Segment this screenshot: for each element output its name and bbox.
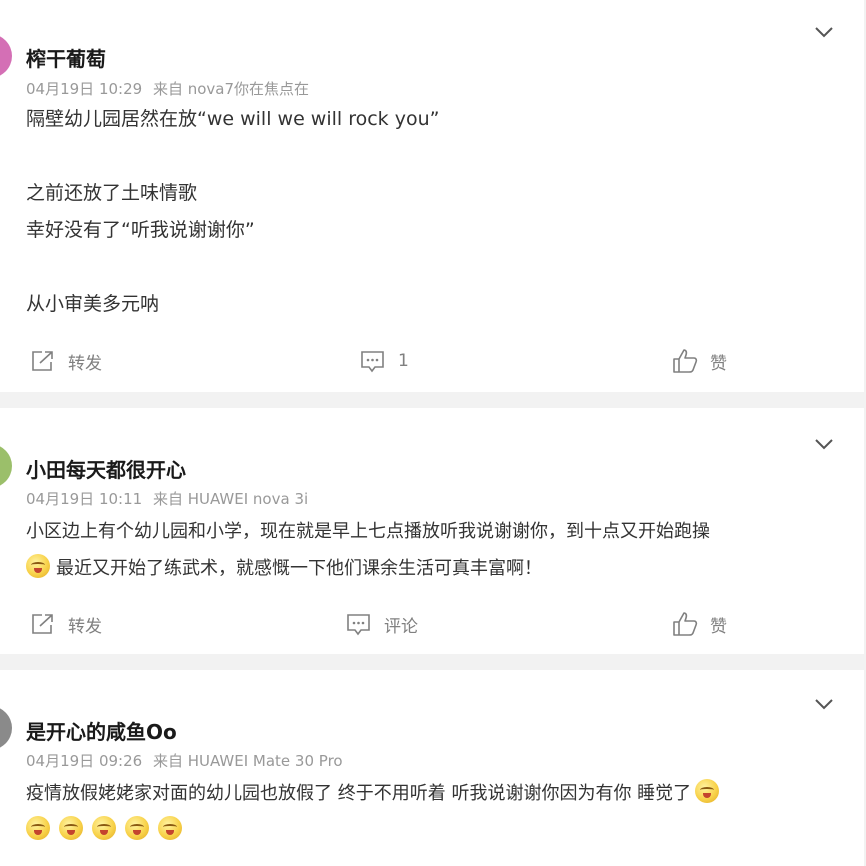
username[interactable]: 是开心的咸鱼Oo bbox=[26, 716, 177, 745]
content-line: 隔壁幼儿园居然在放“we will we will rock you” bbox=[26, 108, 440, 130]
post-content: 隔壁幼儿园居然在放“we will we will rock you” 之前还放… bbox=[26, 101, 439, 323]
post-meta: 04月19日 09:26 来自 HUAWEI Mate 30 Pro bbox=[26, 750, 349, 771]
action-bar: 转发 1 赞 bbox=[0, 346, 864, 376]
smiley-emoji-icon bbox=[92, 816, 116, 840]
content-line: 从小审美多元呐 bbox=[26, 293, 160, 315]
comment-button[interactable]: 评论 bbox=[346, 609, 418, 639]
emoji-row bbox=[26, 812, 725, 849]
chevron-down-icon[interactable] bbox=[814, 438, 834, 450]
post-content: 小区边上有个幼儿园和小学，现在就是早上七点播放听我说谢谢你，到十点又开始跑操 最… bbox=[26, 513, 710, 587]
post-source: 来自 HUAWEI Mate 30 Pro bbox=[152, 752, 343, 770]
like-label: 赞 bbox=[710, 353, 727, 374]
like-button[interactable]: 赞 bbox=[672, 346, 727, 376]
content-line: 疫情放假姥姥家对面的幼儿园也放假了 终于不用听着 听我说谢谢你因为有你 睡觉了 bbox=[26, 775, 725, 812]
avatar[interactable] bbox=[0, 34, 12, 78]
avatar[interactable] bbox=[0, 706, 12, 750]
comment-label: 评论 bbox=[384, 616, 418, 637]
post-source: 来自 HUAWEI nova 3i bbox=[152, 490, 309, 508]
content-line: 幸好没有了“听我说谢谢你” bbox=[26, 219, 255, 241]
repost-icon bbox=[32, 351, 53, 371]
post-card: 小田每天都很开心 04月19日 10:11 来自 HUAWEI nova 3i … bbox=[0, 408, 864, 654]
post-meta: 04月19日 10:11 来自 HUAWEI nova 3i bbox=[26, 488, 314, 509]
username[interactable]: 榨干葡萄 bbox=[26, 43, 106, 72]
like-button[interactable]: 赞 bbox=[672, 609, 727, 639]
content-text: 疫情放假姥姥家对面的幼儿园也放假了 终于不用听着 听我说谢谢你因为有你 睡觉了 bbox=[26, 783, 692, 804]
smiley-emoji-icon bbox=[125, 816, 149, 840]
post-date: 04月19日 09:26 bbox=[26, 752, 143, 770]
smiley-emoji-icon bbox=[158, 816, 182, 840]
content-line bbox=[26, 138, 439, 175]
smiley-emoji-icon bbox=[59, 816, 83, 840]
chevron-down-icon[interactable] bbox=[814, 26, 834, 38]
post-date: 04月19日 10:11 bbox=[26, 490, 143, 508]
repost-label: 转发 bbox=[68, 353, 102, 374]
repost-button[interactable]: 转发 bbox=[30, 609, 102, 639]
like-label: 赞 bbox=[710, 616, 727, 637]
content-line bbox=[26, 249, 439, 286]
post-card: 榨干葡萄 04月19日 10:29 来自 nova7你在焦点在 隔壁幼儿园居然在… bbox=[0, 0, 864, 392]
content-line: 之前还放了土味情歌 bbox=[26, 182, 198, 204]
content-line: 小区边上有个幼儿园和小学，现在就是早上七点播放听我说谢谢你，到十点又开始跑操 bbox=[26, 521, 710, 542]
smiley-emoji-icon bbox=[695, 779, 720, 803]
post-source: 来自 nova7你在焦点在 bbox=[152, 80, 310, 98]
content-text: 最近又开始了练武术，就感慨一下他们课余生活可真丰富啊！ bbox=[56, 558, 542, 579]
thumbs-up-icon bbox=[673, 612, 698, 636]
smiley-emoji-icon bbox=[26, 816, 50, 840]
post-content: 疫情放假姥姥家对面的幼儿园也放假了 终于不用听着 听我说谢谢你因为有你 睡觉了 bbox=[26, 775, 725, 849]
repost-icon bbox=[32, 614, 53, 634]
post-date: 04月19日 10:29 bbox=[26, 80, 143, 98]
comment-count: 1 bbox=[398, 351, 409, 371]
smiley-emoji-icon bbox=[26, 554, 50, 578]
action-bar: 转发 评论 赞 bbox=[0, 609, 864, 639]
content-line: 最近又开始了练武术，就感慨一下他们课余生活可真丰富啊！ bbox=[26, 550, 710, 587]
thumbs-up-icon bbox=[673, 349, 698, 373]
repost-button[interactable]: 转发 bbox=[30, 346, 102, 376]
comment-icon bbox=[361, 351, 384, 373]
repost-label: 转发 bbox=[68, 616, 102, 637]
comment-button[interactable]: 1 bbox=[360, 346, 409, 376]
username[interactable]: 小田每天都很开心 bbox=[26, 454, 186, 483]
avatar[interactable] bbox=[0, 444, 12, 488]
chevron-down-icon[interactable] bbox=[814, 698, 834, 710]
post-meta: 04月19日 10:29 来自 nova7你在焦点在 bbox=[26, 78, 315, 99]
post-card: 是开心的咸鱼Oo 04月19日 09:26 来自 HUAWEI Mate 30 … bbox=[0, 670, 864, 866]
comment-icon bbox=[347, 614, 370, 636]
